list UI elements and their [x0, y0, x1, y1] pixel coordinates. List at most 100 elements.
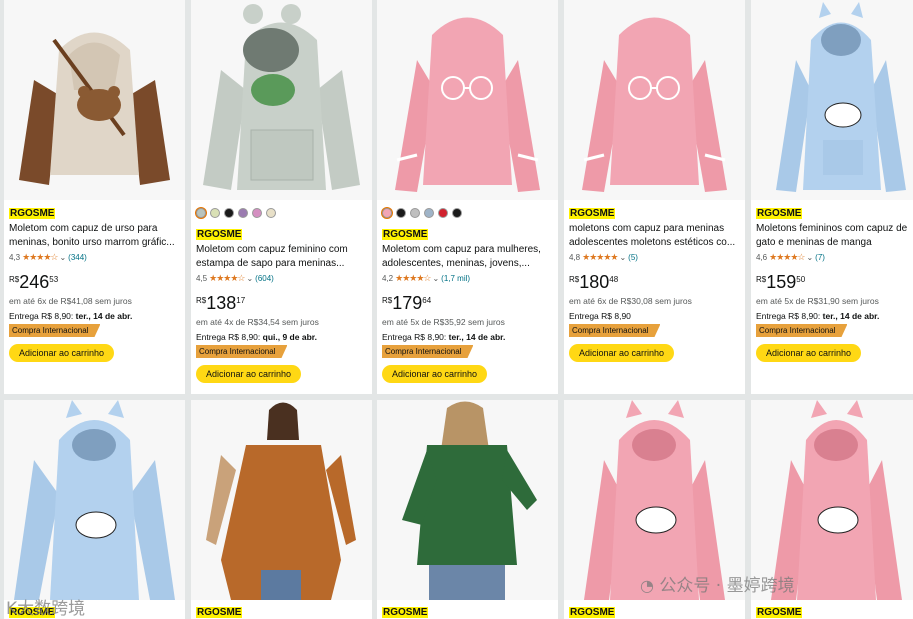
delivery-info: Entrega R$ 8,90: ter., 14 de abr. — [9, 311, 132, 321]
product-title[interactable]: Moletom com capuz para mulheres, adolesc… — [382, 243, 556, 271]
brand-label: RGOSME — [382, 229, 429, 240]
product-image-pink-glasses-hoodie[interactable] — [564, 0, 745, 200]
brand-label: RGOSME — [569, 208, 616, 219]
delivery-info: Entrega R$ 8,90: qui., 9 de abr. — [196, 332, 317, 342]
product-card[interactable]: RGOSME — [191, 400, 372, 619]
delivery-date: ter., 14 de abr. — [822, 311, 880, 321]
installments: em até 6x de R$30,08 sem juros — [569, 296, 692, 306]
product-title[interactable]: moletons com capuz para meninas adolesce… — [569, 222, 743, 250]
color-swatch[interactable] — [410, 208, 420, 218]
product-image-orange-shirt[interactable] — [191, 400, 372, 600]
color-swatch[interactable] — [382, 208, 392, 218]
price-whole: 246 — [19, 272, 50, 292]
rating-value: 4,6 — [756, 253, 768, 262]
price[interactable]: R$17964 — [382, 293, 431, 314]
color-swatch[interactable] — [438, 208, 448, 218]
product-card[interactable]: RGOSME moletons com capuz para meninas a… — [564, 0, 745, 394]
product-image-frog-hoodie[interactable] — [191, 0, 372, 200]
product-image-bear-hoodie[interactable] — [4, 0, 185, 200]
product-card[interactable]: RGOSME Moletom com capuz de urso para me… — [4, 0, 185, 394]
brand-label: RGOSME — [756, 208, 803, 219]
color-swatch[interactable] — [224, 208, 234, 218]
star-rating-icon: ★★★★☆ — [209, 273, 245, 283]
chevron-down-icon[interactable]: ⌄ — [619, 253, 626, 262]
price[interactable]: R$18048 — [569, 272, 618, 293]
watermark-right: ◔ 公众号 · 墨婷跨境 — [640, 571, 795, 596]
price[interactable]: R$13817 — [196, 293, 245, 314]
star-rating-icon: ★★★★☆ — [22, 252, 58, 262]
color-swatches — [382, 208, 462, 218]
delivery-date: ter., 14 de abr. — [75, 311, 133, 321]
review-count[interactable]: (604) — [255, 274, 274, 283]
color-swatch[interactable] — [266, 208, 276, 218]
product-image-blue-cat-hoodie[interactable] — [751, 0, 913, 200]
installments: em até 6x de R$41,08 sem juros — [9, 296, 132, 306]
add-to-cart-button[interactable]: Adicionar ao carrinho — [196, 365, 302, 383]
product-card[interactable]: RGOSME Moletom com capuz para mulheres, … — [377, 0, 558, 394]
installments: em até 4x de R$34,54 sem juros — [196, 317, 319, 327]
rating[interactable]: 4,6 ★★★★☆ ⌄ (7) — [756, 252, 825, 263]
add-to-cart-button[interactable]: Adicionar ao carrinho — [9, 344, 115, 362]
product-card[interactable]: RGOSME Moletom com capuz feminino com es… — [191, 0, 372, 394]
watermark-right-text: 公众号 · 墨婷跨境 — [659, 576, 795, 596]
star-rating-icon: ★★★★☆ — [769, 252, 805, 262]
chevron-down-icon[interactable]: ⌄ — [246, 274, 253, 283]
delivery-info: Entrega R$ 8,90 — [569, 311, 631, 321]
price-currency: R$ — [382, 296, 393, 305]
price-fraction: 64 — [422, 296, 432, 305]
price-fraction: 17 — [236, 296, 246, 305]
color-swatch[interactable] — [210, 208, 220, 218]
price[interactable]: R$15950 — [756, 272, 805, 293]
color-swatch[interactable] — [252, 208, 262, 218]
price-whole: 138 — [206, 293, 237, 313]
rating[interactable]: 4,3 ★★★★☆ ⌄ (344) — [9, 252, 87, 263]
product-title[interactable]: Moletons femininos com capuz de gato e m… — [756, 222, 911, 250]
add-to-cart-button[interactable]: Adicionar ao carrinho — [382, 365, 488, 383]
color-swatch[interactable] — [424, 208, 434, 218]
chevron-down-icon[interactable]: ⌄ — [432, 274, 439, 283]
color-swatch[interactable] — [196, 208, 206, 218]
product-image-green-blouse[interactable] — [377, 400, 558, 600]
delivery-prefix: Entrega R$ 8,90 — [569, 311, 631, 321]
product-image-blue-cat-hoodie[interactable] — [4, 400, 185, 600]
product-card[interactable]: RGOSME — [4, 400, 185, 619]
brand-label: RGOSME — [196, 607, 243, 618]
price[interactable]: R$24653 — [9, 272, 58, 293]
product-image-pink-cat-hoodie[interactable] — [564, 400, 745, 600]
price-fraction: 48 — [609, 275, 619, 284]
add-to-cart-button[interactable]: Adicionar ao carrinho — [569, 344, 675, 362]
product-title[interactable]: Moletom com capuz de urso para meninas, … — [9, 222, 183, 250]
review-count[interactable]: (1,7 mil) — [441, 274, 470, 283]
color-swatch[interactable] — [396, 208, 406, 218]
international-badge: Compra Internacional — [569, 324, 660, 337]
color-swatch[interactable] — [452, 208, 462, 218]
color-swatches — [196, 208, 276, 218]
delivery-date: ter., 14 de abr. — [448, 332, 506, 342]
brand-label: RGOSME — [756, 607, 803, 618]
product-image-pink-cat-hoodie[interactable] — [751, 400, 913, 600]
rating[interactable]: 4,8 ★★★★★ ⌄ (5) — [569, 252, 638, 263]
star-rating-icon: ★★★★☆ — [395, 273, 431, 283]
international-badge: Compra Internacional — [756, 324, 847, 337]
rating-value: 4,2 — [382, 274, 394, 283]
watermark-left: K大数跨境 — [6, 599, 86, 619]
rating-value: 4,3 — [9, 253, 21, 262]
wechat-icon: ◔ — [640, 576, 654, 595]
product-image-pink-glasses-hoodie[interactable] — [377, 0, 558, 200]
product-card[interactable]: RGOSME Moletons femininos com capuz de g… — [751, 0, 913, 394]
delivery-prefix: Entrega R$ 8,90: — [9, 311, 74, 321]
rating[interactable]: 4,5 ★★★★☆ ⌄ (604) — [196, 273, 274, 284]
chevron-down-icon[interactable]: ⌄ — [806, 253, 813, 262]
review-count[interactable]: (5) — [628, 253, 638, 262]
brand-label: RGOSME — [9, 208, 56, 219]
product-title[interactable]: Moletom com capuz feminino com estampa d… — [196, 243, 370, 271]
rating[interactable]: 4,2 ★★★★☆ ⌄ (1,7 mil) — [382, 273, 470, 284]
price-currency: R$ — [9, 275, 20, 284]
chevron-down-icon[interactable]: ⌄ — [59, 253, 66, 262]
color-swatch[interactable] — [238, 208, 248, 218]
product-card[interactable]: RGOSME — [377, 400, 558, 619]
price-currency: R$ — [756, 275, 767, 284]
add-to-cart-button[interactable]: Adicionar ao carrinho — [756, 344, 862, 362]
review-count[interactable]: (7) — [815, 253, 825, 262]
review-count[interactable]: (344) — [68, 253, 87, 262]
